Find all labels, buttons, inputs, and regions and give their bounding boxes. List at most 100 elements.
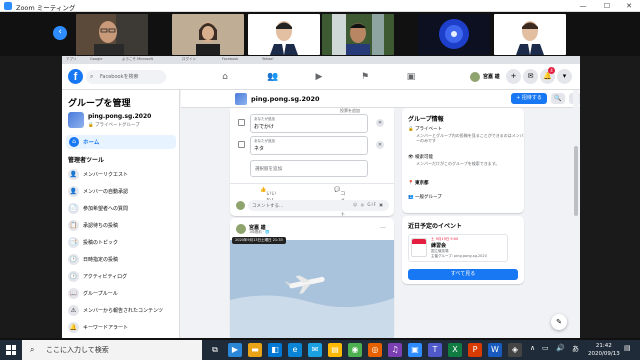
scrollbar-thumb[interactable] — [574, 146, 578, 216]
poll-option-checkbox[interactable] — [238, 141, 245, 148]
firefox-icon[interactable]: ◎ — [368, 343, 382, 357]
ime-indicator[interactable]: あ — [572, 344, 579, 354]
groups-tab-icon[interactable]: ⚑ — [358, 71, 372, 83]
like-button[interactable]: 👍 いいね！ — [260, 187, 276, 204]
media-icon[interactable]: ♫ — [388, 343, 402, 357]
group-avatar[interactable] — [68, 112, 84, 128]
participant-video[interactable] — [418, 14, 490, 55]
post-photo-airplane[interactable] — [230, 240, 394, 338]
account-menu-chevron-down-icon[interactable]: ▾ — [557, 69, 572, 84]
profile-name[interactable]: 宮嘉 雄 — [483, 73, 500, 80]
post-more-button[interactable]: … — [380, 223, 386, 230]
remove-option-close-icon[interactable]: ✕ — [376, 141, 384, 149]
mail-icon[interactable]: ✉ — [308, 343, 322, 357]
add-option-input[interactable]: 選択肢を追加 — [250, 160, 368, 177]
store-icon[interactable]: ◧ — [268, 343, 282, 357]
zoom-meeting-icon[interactable]: ▣ — [408, 343, 422, 357]
new-message-icon[interactable]: ✎ — [551, 314, 567, 330]
minimize-button[interactable]: — — [572, 1, 594, 11]
comment-input[interactable]: コメントする… ☺ ◎ GIF ▣ — [248, 200, 389, 211]
sidebar-item-group-rules[interactable]: 📖 グループルール — [66, 286, 176, 301]
taskbar-search-input[interactable]: ⌕ ここに入力して検索 — [22, 340, 202, 360]
sidebar-item-label: 承認待ちの投稿 — [83, 223, 119, 229]
poll-option[interactable]: あなたが追加 おでかけ ✕ — [238, 114, 388, 133]
sidebar-item-auto-approve[interactable]: 👤 メンバーの自動承認 — [66, 184, 176, 199]
powerpoint-icon[interactable]: P — [468, 343, 482, 357]
word-icon[interactable]: W — [488, 343, 502, 357]
post-timestamp[interactable]: 1時間前 · 🌐 — [249, 230, 269, 235]
avatar[interactable] — [236, 224, 246, 234]
participant-man-glasses — [76, 14, 148, 55]
comment-button[interactable]: 💬 コメント — [334, 187, 345, 218]
chrome-icon[interactable]: ◉ — [348, 343, 362, 357]
sidebar-item-home[interactable]: ⌂ ホーム — [66, 135, 176, 149]
windows-start-icon[interactable] — [6, 345, 16, 355]
sidebar-item-membership-questions[interactable]: 📄 参加希望者への質問 — [66, 201, 176, 216]
facebook-logo-icon[interactable]: f — [68, 69, 83, 84]
participant-waterfall-background — [322, 14, 394, 55]
task-view-icon[interactable]: ⧉ — [208, 343, 222, 357]
bookmark-item[interactable]: ようこそ Microsoft — [122, 57, 153, 63]
poll-option-meta: あなたが追加 — [254, 139, 275, 143]
group-avatar[interactable] — [235, 93, 247, 105]
group-name[interactable]: ping.pong.sg.2020 — [88, 113, 151, 120]
sidebar-item-activity-log[interactable]: 🕒 アクティビティログ — [66, 269, 176, 284]
event-item[interactable]: 土 9月19日 9:00 練習会 国立競技場 主催グループ: ping.pong… — [408, 234, 508, 262]
profile-avatar[interactable] — [470, 72, 480, 82]
taskbar-clock[interactable]: 21:42 2020/09/13 — [588, 342, 620, 358]
poll-option-box[interactable]: あなたが追加 ネタ — [250, 136, 368, 155]
bookmark-item[interactable]: Yahoo! — [262, 57, 274, 63]
participant-video[interactable] — [248, 14, 320, 55]
poll-option[interactable]: あなたが追加 ネタ ✕ — [238, 136, 388, 155]
excel-icon[interactable]: X — [448, 343, 462, 357]
sidebar-item-scheduled-posts[interactable]: 🕒 日時指定の投稿 — [66, 252, 176, 267]
file-explorer-icon[interactable]: ▬ — [248, 343, 262, 357]
facebook-search-input[interactable]: ⌕ Facebookを検索 — [86, 70, 166, 84]
zoom-app-icon[interactable]: ▶ — [228, 343, 242, 357]
tray-expand-chevron-up-icon[interactable]: ∧ — [530, 344, 535, 352]
event-name[interactable]: 練習会 — [431, 242, 446, 249]
sidebar-item-label: キーワードアラート — [83, 325, 129, 331]
participant-video[interactable] — [76, 14, 148, 55]
category-row: 👥一般グループ — [408, 194, 442, 200]
home-icon: ⌂ — [69, 137, 79, 147]
sidebar-item-member-requests[interactable]: 👤 メンバーリクエスト — [66, 167, 176, 182]
sidebar-item-pending-posts[interactable]: 📋 承認待ちの投稿 — [66, 218, 176, 233]
participant-video[interactable] — [322, 14, 394, 55]
home-tab-icon[interactable]: ⌂ — [218, 71, 232, 83]
group-title[interactable]: ping.pong.sg.2020 — [251, 95, 320, 103]
teams-icon[interactable]: T — [428, 343, 442, 357]
comment-tools-icons[interactable]: ☺ ◎ GIF ▣ — [353, 202, 384, 207]
app-icon[interactable]: ◈ — [508, 343, 522, 357]
network-icon[interactable]: ▭ — [542, 344, 549, 352]
rules-book-icon: 📖 — [68, 288, 79, 299]
gaming-tab-icon[interactable]: ▣ — [404, 71, 418, 83]
poll-option-checkbox[interactable] — [238, 119, 245, 126]
invite-button[interactable]: + 招待する — [511, 93, 547, 104]
clock-icon: 🕒 — [68, 254, 79, 265]
sidebar-item-keyword-alerts[interactable]: 🔔 キーワードアラート — [66, 320, 176, 335]
maximize-button[interactable]: ☐ — [596, 1, 618, 11]
gallery-prev-button[interactable]: ‹ — [53, 26, 67, 40]
bookmark-item[interactable]: Google — [90, 57, 102, 63]
create-button[interactable]: + — [506, 69, 521, 84]
edge-icon[interactable]: e — [288, 343, 302, 357]
remove-option-close-icon[interactable]: ✕ — [376, 119, 384, 127]
participant-video[interactable] — [494, 14, 566, 55]
close-button[interactable]: ✕ — [618, 1, 640, 11]
messenger-icon[interactable]: ✉ — [523, 69, 538, 84]
poll-option-box[interactable]: あなたが追加 おでかけ — [250, 114, 368, 133]
notifications-icon[interactable]: ▤ — [624, 344, 631, 352]
see-all-events-button[interactable]: すべて見る — [408, 269, 518, 280]
participant-video[interactable] — [172, 14, 244, 55]
group-search-icon[interactable]: 🔍 — [551, 93, 565, 104]
bookmark-item[interactable]: Facebook — [222, 57, 238, 63]
bookmark-item[interactable]: アプリ — [66, 57, 77, 63]
sidebar-item-reported-content[interactable]: ⚠ メンバーから報告されたコンテンツ — [66, 303, 176, 318]
friends-tab-icon[interactable]: 👥 — [266, 71, 280, 83]
volume-icon[interactable]: 🔊 — [556, 344, 565, 352]
watch-tab-icon[interactable]: ▶ — [312, 71, 326, 83]
bookmark-item[interactable]: ログイン — [182, 57, 196, 63]
sidebar-item-post-topics[interactable]: 📑 投稿のトピック — [66, 235, 176, 250]
sticky-icon[interactable]: ▤ — [328, 343, 342, 357]
